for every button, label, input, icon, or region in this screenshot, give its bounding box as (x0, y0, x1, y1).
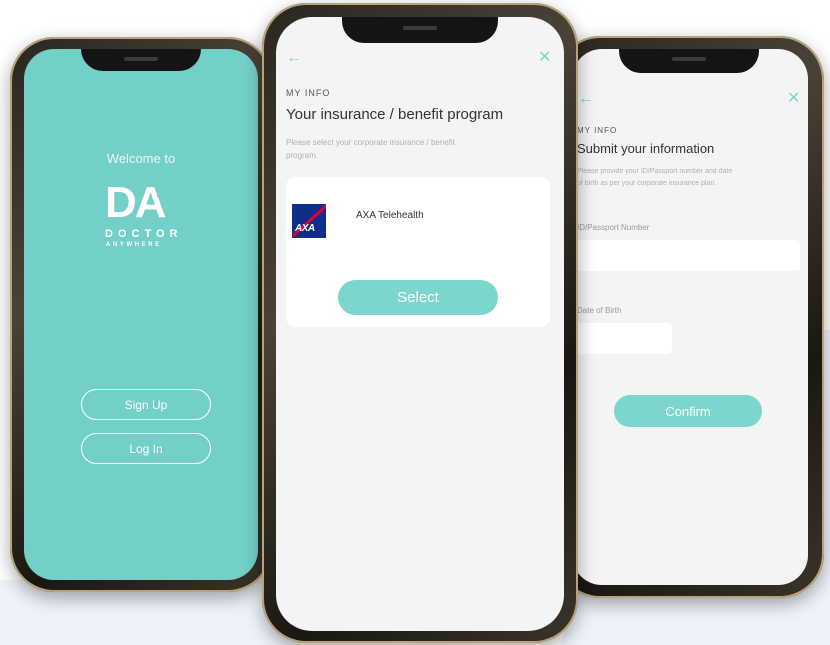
submit-screen: ← ✕ MY INFO Submit your information Plea… (572, 49, 808, 585)
axa-logo: AXA (292, 204, 326, 238)
phone-insurance: ← ✕ MY INFO Your insurance / benefit pro… (262, 3, 578, 643)
logo-letters: DA (105, 178, 167, 227)
close-icon[interactable]: ✕ (787, 91, 800, 107)
description-line2: of birth as per your corporate insurance… (577, 180, 717, 187)
phone-welcome: Welcome to DA DOCTOR ANYWHERE Sign Up Lo… (10, 37, 272, 592)
logo-doctor: DOCTOR (105, 228, 183, 240)
confirm-button[interactable]: Confirm (614, 395, 762, 427)
page-title: Your insurance / benefit program (286, 106, 504, 123)
log-in-button[interactable]: Log In (81, 433, 211, 464)
date-of-birth-input[interactable] (576, 323, 672, 354)
option-name: AXA Telehealth (356, 210, 424, 221)
notch (619, 49, 759, 73)
arrow-left-icon[interactable]: ← (578, 91, 594, 107)
sign-up-button[interactable]: Sign Up (81, 389, 211, 420)
axa-logo-text: AXA (295, 223, 315, 234)
phone-submit: ← ✕ MY INFO Submit your information Plea… (556, 36, 824, 598)
insurance-option-card[interactable]: AXA AXA Telehealth Select (286, 177, 550, 327)
arrow-left-icon[interactable]: ← (286, 50, 302, 66)
page-title: Submit your information (577, 141, 715, 156)
insurance-screen: ← ✕ MY INFO Your insurance / benefit pro… (276, 17, 564, 631)
id-passport-label: ID/Passport Number (577, 223, 650, 232)
description-line2: program. (286, 151, 319, 160)
id-passport-input[interactable] (576, 240, 800, 271)
welcome-screen: Welcome to DA DOCTOR ANYWHERE Sign Up Lo… (24, 49, 258, 580)
select-button[interactable]: Select (338, 280, 498, 315)
notch (81, 49, 201, 71)
notch (342, 17, 498, 43)
description-line1: Please provide your ID/Passport number a… (577, 168, 733, 175)
plus-icon (157, 189, 169, 201)
welcome-text: Welcome to (106, 151, 176, 166)
section-label: MY INFO (286, 88, 331, 98)
description-line1: Please select your corporate insurance /… (286, 138, 455, 147)
doctor-anywhere-logo: DA DOCTOR ANYWHERE (105, 180, 191, 256)
logo-anywhere: ANYWHERE (106, 242, 162, 248)
date-of-birth-label: Date of Birth (577, 306, 622, 315)
section-label: MY INFO (577, 126, 618, 135)
close-icon[interactable]: ✕ (538, 50, 551, 66)
